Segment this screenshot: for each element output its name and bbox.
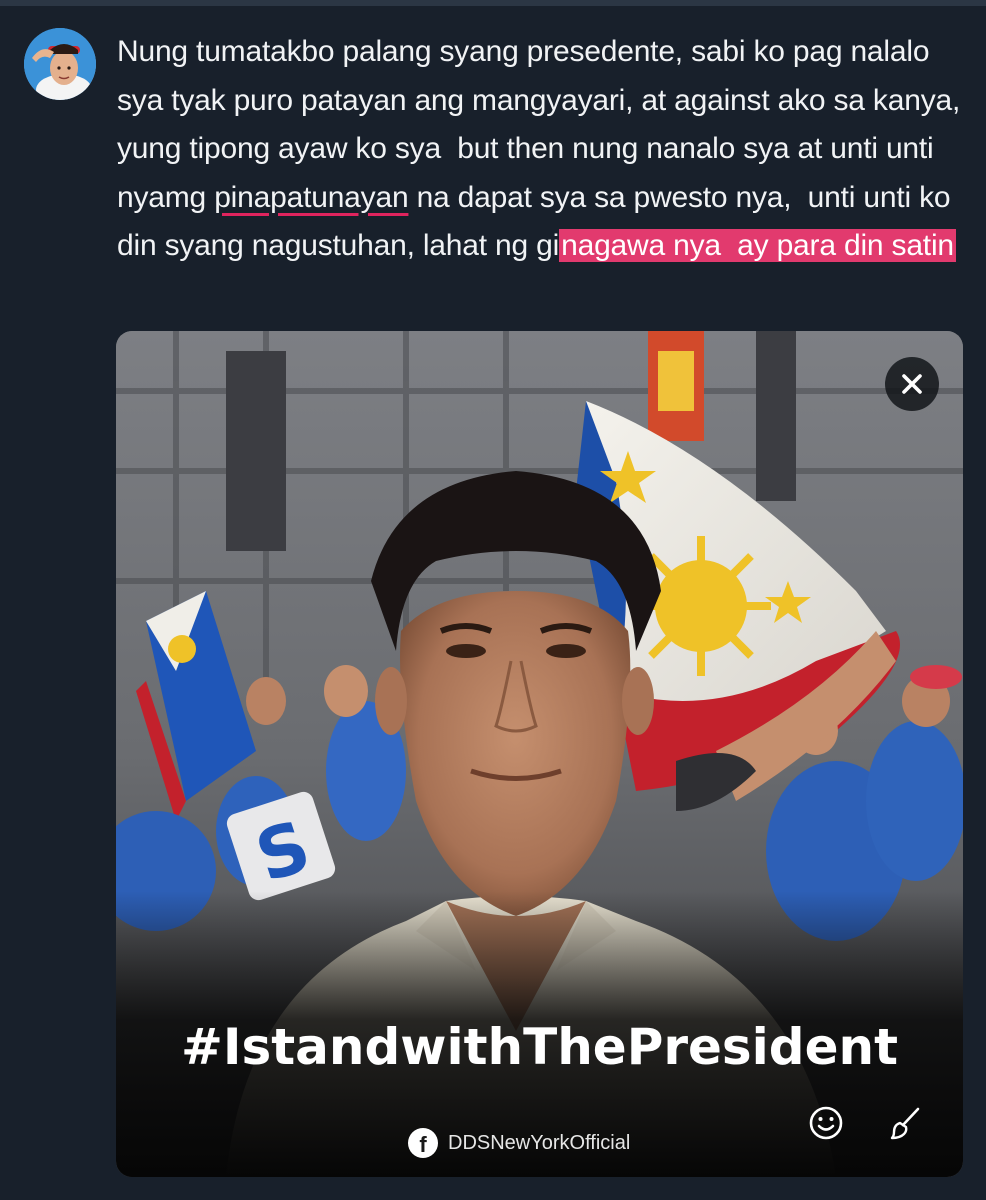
source-name: DDSNewYorkOfficial — [448, 1131, 631, 1154]
post-composer: Nung tumatakbo palang syang presedente, … — [0, 0, 986, 1200]
brush-icon — [890, 1107, 920, 1140]
image-hashtag-text: #IstandwithThePresident — [180, 1018, 899, 1076]
draw-on-image-button[interactable] — [884, 1101, 928, 1145]
facebook-icon: f — [408, 1128, 438, 1158]
attached-image[interactable]: S #IstandwithThePresident f DDSNewYorkOf… — [116, 331, 963, 1177]
post-text[interactable]: Nung tumatakbo palang syang presedente, … — [117, 28, 967, 271]
smiley-icon — [809, 1106, 843, 1140]
selected-text-highlight[interactable]: nagawa nya ay para din satin — [559, 229, 956, 262]
add-sticker-button[interactable] — [804, 1101, 848, 1145]
image-source-credit: f DDSNewYorkOfficial — [408, 1128, 630, 1158]
spellcheck-underlined-word[interactable]: pinapatunayan — [214, 181, 408, 214]
user-avatar[interactable] — [24, 28, 96, 100]
image-caption-area: #IstandwithThePresident — [116, 331, 963, 1177]
avatar-photo — [24, 28, 96, 100]
